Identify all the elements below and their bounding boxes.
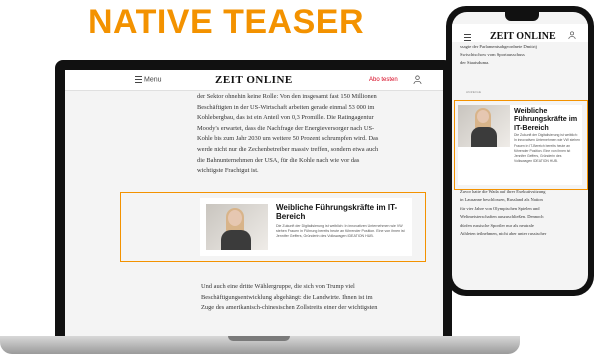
article-line: Und auch eine dritte Wählergruppe, die s… <box>201 283 355 290</box>
mobile-article-text-bottom: Zuvor hatte die Wada auf ihrer Exekutivs… <box>460 188 582 238</box>
article-line: Zuge des amerikanisch-chinesischen Zolls… <box>201 304 378 312</box>
user-icon[interactable] <box>568 31 576 39</box>
article-line: Beschäftigungsentwicklung abgehängt: die… <box>201 293 373 301</box>
teaser-text: Die Zukunft der Digitalisierung ist weib… <box>514 133 580 164</box>
article-line: Kohle bis zum Jahr 2030 um weitere 50 Pr… <box>197 135 379 143</box>
article-line: die Bahnunternehmen der USA, für die Koh… <box>197 156 360 164</box>
teaser-title[interactable]: Weibliche Führungskräfte im IT-Bereich <box>514 106 580 132</box>
phone-notch <box>505 12 539 21</box>
article-line: ssagte der Parlamentsabgeordnete Dmitrij <box>460 44 537 49</box>
article-text-top: der Sektor ohnehin keine Rolle: Von den … <box>197 92 417 177</box>
headline: NATIVE TEASER <box>88 3 365 41</box>
menu-icon[interactable] <box>464 34 471 41</box>
article-line: Athleten teilnehmen, nicht aber unter ru… <box>460 231 547 237</box>
article-line: Kohlebergbau, das ist ein Anteil von 0,3… <box>197 114 374 122</box>
user-icon[interactable] <box>413 75 422 84</box>
site-logo[interactable]: ZEIT ONLINE <box>215 74 293 86</box>
menu-label: Menu <box>144 76 162 84</box>
logo-text: ZEIT ONLINE <box>215 74 293 86</box>
laptop-notch <box>228 336 290 341</box>
article-line: Beschäftigten in der US-Wirtschaft arbei… <box>197 103 375 111</box>
teaser-title[interactable]: Weibliche Führungskräfte im IT-Bereich <box>276 203 408 221</box>
native-teaser[interactable]: Weibliche Führungskräfte im IT-Bereich D… <box>200 198 412 256</box>
article-line: der Sektor ohnehin keine Rolle: Von den … <box>197 93 377 100</box>
mobile-page: ZEIT ONLINE ssagte der Parlamentsabgeord… <box>452 12 588 290</box>
desktop-page: Menu ZEIT ONLINE Abo testen der Sektor o… <box>65 70 443 336</box>
article-line: in Lausanne beschlossen, Russland als Na… <box>460 197 543 203</box>
article-line: werde nicht nur die Zechenbetreiber mass… <box>197 145 379 153</box>
menu-icon <box>135 76 142 83</box>
teaser-image <box>206 204 268 250</box>
article-line: Swischtschow vom Sportausschuss <box>460 52 525 57</box>
article-text-bottom: Und auch eine dritte Wählergruppe, die s… <box>201 282 421 314</box>
article-line: der Staatsduma. <box>460 60 490 65</box>
article-line: Moody's erwartet, dass die Nachfrage der… <box>197 124 375 132</box>
mobile-logo[interactable]: ZEIT ONLINE <box>490 31 556 42</box>
article-line: Weltmeisterschaften auszuschließen. Denn… <box>460 214 544 220</box>
article-line: wichtigste Frachtgut ist. <box>197 167 259 175</box>
mobile-native-teaser[interactable]: Weibliche Führungskräfte im IT-Bereich D… <box>458 105 582 185</box>
abo-link[interactable]: Abo testen <box>369 77 398 83</box>
teaser-image <box>458 105 510 147</box>
mobile-article-text-top: ssagte der Parlamentsabgeordnete Dmitrij… <box>460 43 582 67</box>
site-header: Menu ZEIT ONLINE Abo testen <box>65 70 443 91</box>
ad-label: ANZEIGE <box>466 90 482 94</box>
article-line: dürfen russische Sportler nur als neutra… <box>460 222 534 228</box>
article-line: für vier Jahre von Olympischen Spielen u… <box>460 205 540 211</box>
menu-button[interactable]: Menu <box>135 76 162 83</box>
article-line: Zuvor hatte die Wada auf ihrer Exekutivs… <box>460 189 546 194</box>
teaser-text: Die Zukunft der Digitalisierung ist weib… <box>276 224 405 239</box>
